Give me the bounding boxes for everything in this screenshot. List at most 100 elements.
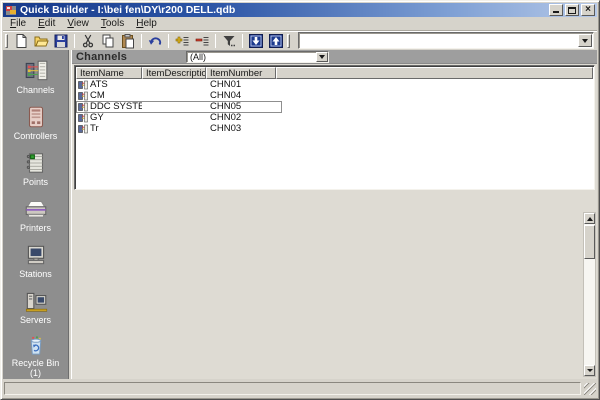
copy-button[interactable] <box>98 32 118 50</box>
new-icon <box>13 33 29 49</box>
open-button[interactable] <box>31 32 51 50</box>
sidebar-item-label: Stations <box>19 269 52 279</box>
column-header-itemname[interactable]: ItemName <box>76 67 142 79</box>
sidebar-item-recycle-bin[interactable]: Recycle Bin (1) <box>3 332 68 378</box>
item-name: Tr <box>90 123 99 134</box>
points-icon <box>23 151 49 175</box>
paste-icon <box>120 33 136 49</box>
sidebar-item-label: Printers <box>20 223 51 233</box>
add-item-icon <box>174 33 190 49</box>
filter-select-value: (All) <box>187 52 316 62</box>
minimize-icon <box>553 11 559 13</box>
channel-icon <box>78 102 88 112</box>
window-title: Quick Builder - I:\bei fen\DY\r200 DELL.… <box>20 4 549 17</box>
sidebar-item-controllers[interactable]: Controllers <box>3 102 68 148</box>
menu-help[interactable]: Help <box>130 18 163 30</box>
channel-icon <box>78 91 88 101</box>
save-icon <box>53 33 69 49</box>
maximize-icon <box>568 7 576 14</box>
stations-icon <box>23 243 49 267</box>
table-row[interactable]: Tr CHN03 <box>76 123 593 134</box>
open-icon <box>33 33 49 49</box>
toolbar <box>3 30 597 50</box>
sidebar-item-points[interactable]: Points <box>3 148 68 194</box>
close-button[interactable]: × <box>581 4 595 16</box>
sidebar-item-printers[interactable]: Printers <box>3 194 68 240</box>
menu-tools[interactable]: Tools <box>95 18 130 30</box>
menu-bar: File Edit View Tools Help <box>3 17 597 30</box>
quick-builder-window: Quick Builder - I:\bei fen\DY\r200 DELL.… <box>0 0 600 400</box>
main-pane: Channels (All) ItemName ItemDescription … <box>72 50 597 379</box>
undo-icon <box>147 33 163 49</box>
cut-button[interactable] <box>78 32 98 50</box>
scrollbar-thumb[interactable] <box>584 225 595 259</box>
item-name: ATS <box>90 79 108 90</box>
printers-icon <box>23 197 49 221</box>
section-header: Channels (All) <box>72 50 597 64</box>
vertical-scrollbar[interactable] <box>583 212 596 377</box>
sidebar-item-count: (1) <box>30 368 41 378</box>
toolbar-separator <box>74 34 75 48</box>
upload-button[interactable] <box>266 32 286 50</box>
app-icon <box>5 4 17 16</box>
item-number: CHN04 <box>206 90 276 101</box>
paste-button[interactable] <box>118 32 138 50</box>
sidebar-item-label: Controllers <box>14 131 58 141</box>
remove-item-icon <box>194 33 210 49</box>
chevron-down-icon[interactable] <box>316 52 328 62</box>
sidebar: Channels Controllers <box>3 50 69 379</box>
item-number: CHN02 <box>206 112 276 123</box>
toolbar-combo[interactable] <box>298 32 594 49</box>
upload-icon <box>268 33 284 49</box>
title-bar: Quick Builder - I:\bei fen\DY\r200 DELL.… <box>3 3 597 17</box>
cut-icon <box>80 33 96 49</box>
toolbar-combo-value <box>299 33 577 48</box>
column-header-filler <box>276 67 593 79</box>
scroll-down-button[interactable] <box>584 365 595 376</box>
column-header-itemnumber[interactable]: ItemNumber <box>206 67 276 79</box>
sidebar-item-stations[interactable]: Stations <box>3 240 68 286</box>
toolbar-separator <box>215 34 216 48</box>
scroll-up-button[interactable] <box>584 213 595 224</box>
item-name: DDC SYSTEM <box>90 101 142 112</box>
download-button[interactable] <box>246 32 266 50</box>
filter-select[interactable]: (All) <box>186 51 329 63</box>
copy-icon <box>100 33 116 49</box>
minimize-button[interactable] <box>549 4 563 16</box>
maximize-button[interactable] <box>565 4 579 16</box>
item-number: CHN01 <box>206 79 276 90</box>
toolbar-grip[interactable] <box>5 34 8 48</box>
menu-file[interactable]: File <box>4 18 32 30</box>
sidebar-item-label: Points <box>23 177 48 187</box>
table-row[interactable]: GY CHN02 <box>76 112 593 123</box>
menu-edit[interactable]: Edit <box>32 18 61 30</box>
save-button[interactable] <box>51 32 71 50</box>
chevron-down-icon[interactable] <box>578 34 592 47</box>
sidebar-item-label: Channels <box>16 85 54 95</box>
controllers-icon <box>23 105 49 129</box>
sidebar-item-channels[interactable]: Channels <box>3 56 68 102</box>
item-name: GY <box>90 112 104 123</box>
table-row[interactable]: ATS CHN01 <box>76 79 593 90</box>
status-bar <box>3 379 597 397</box>
item-number: CHN05 <box>206 101 276 112</box>
resize-grip-icon[interactable] <box>584 383 596 395</box>
remove-item-button[interactable] <box>192 32 212 50</box>
sidebar-item-label: Recycle Bin <box>12 358 60 368</box>
toolbar-separator <box>242 34 243 48</box>
table-row-focused[interactable]: DDC SYSTEM CHN05 <box>76 101 593 112</box>
toolbar-separator <box>141 34 142 48</box>
download-icon <box>248 33 264 49</box>
sidebar-item-servers[interactable]: Servers <box>3 286 68 332</box>
detail-panel <box>72 190 597 379</box>
toolbar-grip[interactable] <box>287 34 290 48</box>
close-icon: × <box>585 5 591 15</box>
column-header-itemdescription[interactable]: ItemDescription <box>142 67 206 79</box>
table-row[interactable]: CM CHN04 <box>76 90 593 101</box>
channel-icon <box>78 124 88 134</box>
new-button[interactable] <box>11 32 31 50</box>
menu-view[interactable]: View <box>61 18 95 30</box>
undo-button[interactable] <box>145 32 165 50</box>
filter-button[interactable] <box>219 32 239 50</box>
add-item-button[interactable] <box>172 32 192 50</box>
